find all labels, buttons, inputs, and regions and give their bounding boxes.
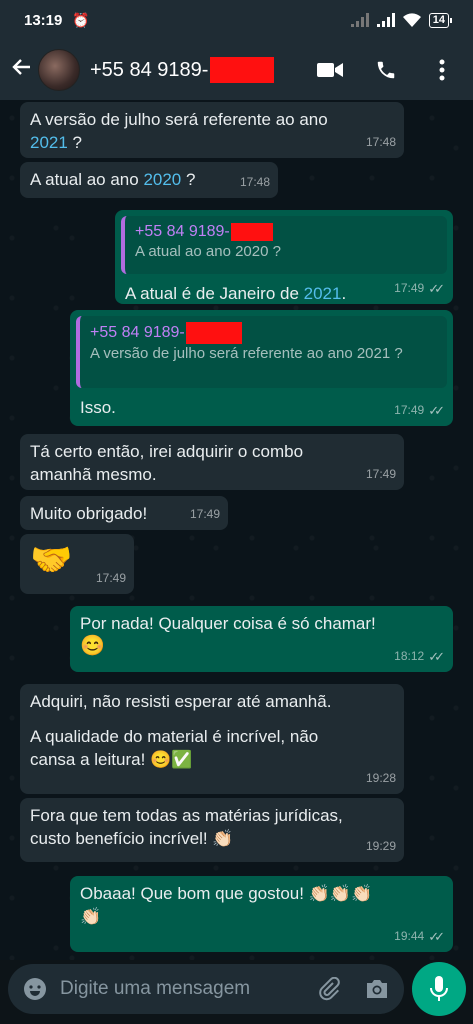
message-text: A versão de julho será referente ao ano bbox=[30, 110, 328, 129]
signal-icon-2 bbox=[376, 13, 395, 27]
more-vert-icon[interactable] bbox=[429, 57, 455, 83]
message-incoming[interactable]: Adquiri, não resisti esperar até amanhã.… bbox=[20, 684, 404, 794]
contact-number: +55 84 9189- bbox=[90, 58, 209, 81]
message-text: Tá certo então, irei adquirir o combo am… bbox=[30, 442, 304, 484]
message-meta: 17:48 bbox=[240, 171, 270, 194]
redaction-box bbox=[230, 223, 273, 241]
message-time: 19:44 bbox=[394, 929, 425, 943]
message-link[interactable]: 2021 bbox=[30, 133, 68, 152]
message-meta: 18:12 ✓✓ bbox=[394, 645, 445, 668]
message-meta: 17:49 bbox=[96, 567, 126, 590]
message-text: A atual ao ano bbox=[30, 170, 144, 189]
message-composer bbox=[8, 964, 404, 1014]
message-text: A atual é de Janeiro de bbox=[125, 284, 304, 303]
contact-name[interactable]: +55 84 9189- bbox=[90, 57, 275, 83]
message-outgoing[interactable]: +55 84 9189- A atual ao ano 2020 ? A atu… bbox=[115, 210, 453, 304]
attach-icon[interactable] bbox=[316, 976, 342, 1002]
message-meta: 17:49 ✓✓ bbox=[394, 277, 445, 300]
clap-emoji: 👏🏻👏🏻👏🏻 bbox=[308, 884, 373, 903]
quote-author-number: +55 84 9189- bbox=[135, 223, 230, 240]
status-time: 13:19 bbox=[24, 11, 63, 29]
message-text: Isso. bbox=[80, 398, 116, 417]
message-outgoing[interactable]: Obaaa! Que bom que gostou! 👏🏻👏🏻👏🏻 👏🏻 19:… bbox=[70, 876, 453, 952]
chat-header: +55 84 9189- bbox=[0, 40, 473, 100]
redaction-box bbox=[210, 57, 275, 83]
message-outgoing[interactable]: +55 84 9189- A versão de julho será refe… bbox=[70, 310, 453, 426]
message-meta: 17:48 bbox=[366, 131, 396, 154]
redaction-box bbox=[185, 322, 242, 344]
message-meta: 19:28 bbox=[366, 767, 396, 790]
message-emoji: 😊✅ bbox=[150, 750, 193, 769]
message-text: Fora que tem todas as matérias jurídicas… bbox=[30, 806, 343, 848]
avatar[interactable] bbox=[38, 49, 80, 91]
message-link[interactable]: 2020 bbox=[143, 170, 181, 189]
mic-button[interactable] bbox=[412, 962, 466, 1016]
message-meta: 17:49 bbox=[366, 463, 396, 486]
emoji-icon[interactable] bbox=[22, 976, 48, 1002]
message-incoming[interactable]: Fora que tem todas as matérias jurídicas… bbox=[20, 798, 404, 862]
message-text: Obaaa! Que bom que gostou! bbox=[80, 884, 309, 903]
message-text: ? bbox=[67, 133, 83, 152]
status-bar: 13:19 ⏰ 14 bbox=[0, 0, 473, 40]
message-meta: 17:49 ✓✓ bbox=[394, 399, 445, 422]
double-check-icon: ✓✓ bbox=[428, 929, 445, 944]
clap-emoji: 👏🏻 bbox=[212, 829, 234, 848]
message-time: 17:48 bbox=[239, 175, 270, 189]
message-time: 17:49 bbox=[394, 281, 425, 295]
back-arrow-icon[interactable] bbox=[10, 56, 38, 85]
message-outgoing[interactable]: Por nada! Qualquer coisa é só chamar! 😊 … bbox=[70, 606, 453, 672]
message-text: Adquiri, não resisti esperar até amanhã. bbox=[30, 692, 332, 711]
message-incoming[interactable]: Muito obrigado! 17:49 bbox=[20, 496, 228, 530]
quote-author: +55 84 9189- bbox=[90, 322, 437, 344]
message-time: 17:49 bbox=[189, 507, 220, 521]
quoted-message[interactable]: +55 84 9189- A versão de julho será refe… bbox=[76, 316, 447, 388]
wifi-icon bbox=[402, 13, 421, 27]
message-incoming[interactable]: Tá certo então, irei adquirir o combo am… bbox=[20, 434, 404, 490]
message-text: . bbox=[341, 284, 347, 303]
message-time: 19:29 bbox=[365, 839, 396, 853]
message-incoming[interactable]: A versão de julho será referente ao ano … bbox=[20, 102, 404, 158]
battery-icon: 14 bbox=[428, 12, 453, 28]
signal-icon bbox=[350, 13, 369, 27]
message-text: Por nada! Qualquer coisa é só chamar! bbox=[80, 614, 376, 633]
phone-icon[interactable] bbox=[373, 57, 399, 83]
message-text: Muito obrigado! bbox=[30, 504, 148, 523]
quote-text: A versão de julho será referente ao ano … bbox=[90, 345, 403, 362]
message-time: 17:49 bbox=[365, 467, 396, 481]
mic-icon bbox=[430, 976, 448, 1001]
message-time: 17:49 bbox=[95, 571, 126, 585]
video-call-icon[interactable] bbox=[317, 57, 343, 83]
clap-emoji: 👏🏻 bbox=[80, 907, 102, 926]
header-actions bbox=[317, 57, 463, 83]
message-time: 18:12 bbox=[394, 649, 425, 663]
quote-text: A atual ao ano 2020 ? bbox=[135, 243, 281, 260]
message-link[interactable]: 2021 bbox=[304, 284, 342, 303]
alarm-icon: ⏰ bbox=[72, 11, 90, 28]
message-incoming[interactable]: A atual ao ano 2020 ? 17:48 bbox=[20, 162, 278, 198]
message-input[interactable] bbox=[60, 978, 316, 1000]
handshake-emoji: 🤝 bbox=[30, 541, 73, 579]
quote-author-number: +55 84 9189- bbox=[90, 324, 185, 341]
message-time: 17:49 bbox=[394, 403, 425, 417]
smile-emoji: 😊 bbox=[80, 635, 105, 657]
double-check-icon: ✓✓ bbox=[428, 649, 445, 664]
message-meta: 19:29 bbox=[366, 835, 396, 858]
quote-author: +55 84 9189- bbox=[135, 222, 437, 242]
message-incoming[interactable]: 🤝 17:49 bbox=[20, 534, 134, 594]
chat-area[interactable]: A versão de julho será referente ao ano … bbox=[0, 100, 473, 960]
status-indicators: 14 bbox=[350, 12, 453, 28]
message-meta: 19:44 ✓✓ bbox=[394, 925, 445, 948]
quoted-message[interactable]: +55 84 9189- A atual ao ano 2020 ? bbox=[121, 216, 447, 274]
double-check-icon: ✓✓ bbox=[428, 403, 445, 418]
message-time: 17:48 bbox=[365, 135, 396, 149]
message-text: ? bbox=[181, 170, 196, 189]
camera-icon[interactable] bbox=[364, 976, 390, 1002]
double-check-icon: ✓✓ bbox=[428, 281, 445, 296]
message-meta: 17:49 bbox=[190, 503, 220, 526]
message-time: 19:28 bbox=[365, 771, 396, 785]
